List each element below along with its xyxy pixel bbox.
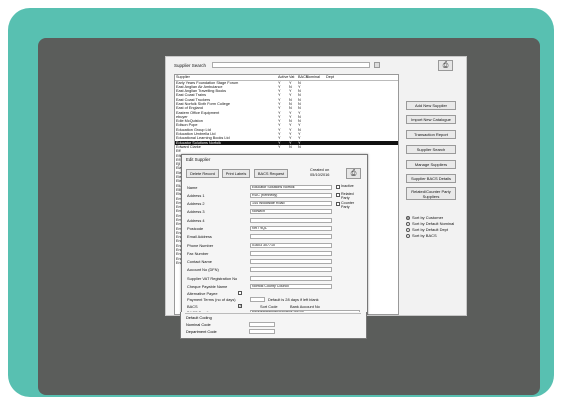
manage-suppliers-button[interactable]: Manage Suppliers bbox=[406, 160, 456, 169]
col-nominal[interactable]: Nominal bbox=[306, 75, 326, 80]
related-party-checkbox[interactable] bbox=[336, 193, 340, 197]
phone-field[interactable]: 01603 307710 bbox=[250, 243, 332, 248]
postcode-label: Postcode bbox=[187, 226, 204, 231]
nominal-code-label: Nominal Code bbox=[186, 322, 211, 327]
address3-label: Address 3 bbox=[187, 209, 205, 214]
vat-reg-label: Supplier VAT Registration No bbox=[187, 276, 238, 281]
address1-label: Address 1 bbox=[187, 193, 205, 198]
default-coding-section: Default Coding Nominal Code Department C… bbox=[180, 312, 367, 339]
alternative-payee-checkbox[interactable] bbox=[238, 291, 242, 295]
created-on: Created on 05/10/2016 bbox=[310, 167, 330, 177]
bacs-checkbox[interactable]: ✓ bbox=[238, 303, 243, 308]
account-field[interactable] bbox=[250, 267, 332, 272]
address1-field[interactable]: RDC (Kennedy) bbox=[250, 193, 332, 198]
radio-selected-icon bbox=[406, 215, 410, 220]
col-active[interactable]: Active bbox=[278, 75, 289, 80]
col-supplier[interactable]: Supplier bbox=[175, 75, 278, 80]
supplier-search-button[interactable]: Supplier Search bbox=[406, 145, 456, 154]
bacs-request-button[interactable]: BACS Request bbox=[254, 169, 288, 178]
radio-icon bbox=[406, 221, 410, 226]
col-bacs[interactable]: BACS bbox=[298, 75, 308, 80]
edit-supplier-dialog: Edit Supplier Delete Record Print Labels… bbox=[181, 154, 368, 315]
dialog-title: Edit Supplier bbox=[186, 157, 211, 162]
created-date: 05/10/2016 bbox=[310, 171, 330, 177]
name-label: Name bbox=[187, 185, 198, 190]
cheque-field[interactable]: Norfolk County Council bbox=[250, 284, 332, 289]
divider bbox=[185, 313, 361, 314]
col-vat[interactable]: Vat bbox=[289, 75, 298, 80]
vat-reg-field[interactable] bbox=[250, 276, 332, 281]
related-counter-party-button[interactable]: Related/Counter Party Suppliers bbox=[406, 187, 456, 200]
inactive-checkbox[interactable] bbox=[336, 185, 340, 189]
address3-field[interactable]: Norwich bbox=[250, 209, 332, 214]
supplier-search-label: Supplier Search bbox=[174, 63, 207, 68]
contact-field[interactable] bbox=[250, 259, 332, 264]
radio-icon bbox=[406, 233, 410, 238]
address2-label: Address 2 bbox=[187, 201, 205, 206]
inactive-check[interactable]: Inactive bbox=[336, 184, 354, 189]
account-label: Account No (DFN) bbox=[187, 267, 219, 272]
contact-label: Contact Name bbox=[187, 259, 212, 264]
phone-label: Phone Number bbox=[187, 243, 214, 248]
email-field[interactable] bbox=[250, 234, 332, 239]
cheque-label: Cheque Payable Name bbox=[187, 284, 228, 289]
counter-party-check[interactable]: Counter Party bbox=[336, 201, 357, 209]
payment-terms-note: Default is 28 days if left blank bbox=[268, 297, 319, 302]
printer-icon[interactable]: ⎙ bbox=[438, 60, 453, 71]
bacs-label: BACS bbox=[187, 304, 198, 309]
fax-field[interactable] bbox=[250, 251, 332, 256]
sort-by-customer-option[interactable]: Sort by Customer bbox=[406, 215, 443, 220]
bank-account-label: Bank Account No bbox=[290, 304, 320, 309]
delete-record-button[interactable]: Delete Record bbox=[186, 169, 219, 178]
related-party-check[interactable]: Related Party bbox=[336, 192, 357, 200]
alternative-payee-label: Alternative Payee bbox=[187, 291, 218, 296]
postcode-field[interactable]: NR7 9QL bbox=[250, 226, 332, 231]
sort-by-default-nominal-option[interactable]: Sort by Default Nominal bbox=[406, 221, 454, 226]
fax-label: Fax Number bbox=[187, 251, 209, 256]
department-code-select[interactable] bbox=[249, 329, 275, 334]
col-dept[interactable]: Dept bbox=[326, 75, 366, 80]
sort-by-bacs-option[interactable]: Sort by BACS bbox=[406, 233, 437, 238]
add-new-supplier-button[interactable]: Add New Supplier bbox=[406, 101, 456, 110]
print-labels-button[interactable]: Print Labels bbox=[222, 169, 250, 178]
email-label: Email Address bbox=[187, 234, 212, 239]
address4-field[interactable] bbox=[250, 218, 332, 223]
default-coding-title: Default Coding bbox=[186, 315, 212, 320]
nominal-code-select[interactable] bbox=[249, 322, 275, 327]
supplier-search-input[interactable] bbox=[212, 62, 370, 68]
address4-label: Address 4 bbox=[187, 218, 205, 223]
supplier-bacs-details-button[interactable]: Supplier BACS Details bbox=[406, 174, 456, 183]
address2-field[interactable]: 144 Woodside Road bbox=[250, 201, 332, 206]
payment-terms-label: Payment Terms (no of days) bbox=[187, 297, 236, 302]
tablet-frame: Supplier Search ⎙ Supplier Active Vat BA… bbox=[8, 8, 554, 397]
sort-by-default-dept-option[interactable]: Sort by Default Dept bbox=[406, 227, 448, 232]
department-code-label: Department Code bbox=[186, 329, 217, 334]
supplier-window: Supplier Search ⎙ Supplier Active Vat BA… bbox=[165, 56, 467, 316]
payment-terms-field[interactable] bbox=[250, 297, 265, 302]
name-field[interactable]: Educator Solutions Norfolk bbox=[250, 185, 332, 190]
transaction-report-button[interactable]: Transaction Report bbox=[406, 130, 456, 139]
search-dropdown-button[interactable] bbox=[374, 62, 380, 68]
checkmark-icon: ✓ bbox=[239, 303, 243, 308]
sort-code-label: Sort Code bbox=[260, 304, 278, 309]
dialog-printer-icon[interactable]: ⎙ bbox=[346, 168, 361, 179]
counter-party-checkbox[interactable] bbox=[336, 202, 340, 206]
radio-icon bbox=[406, 227, 410, 232]
import-new-catalogue-button[interactable]: Import New Catalogue bbox=[406, 115, 456, 124]
screen: Supplier Search ⎙ Supplier Active Vat BA… bbox=[38, 38, 540, 395]
